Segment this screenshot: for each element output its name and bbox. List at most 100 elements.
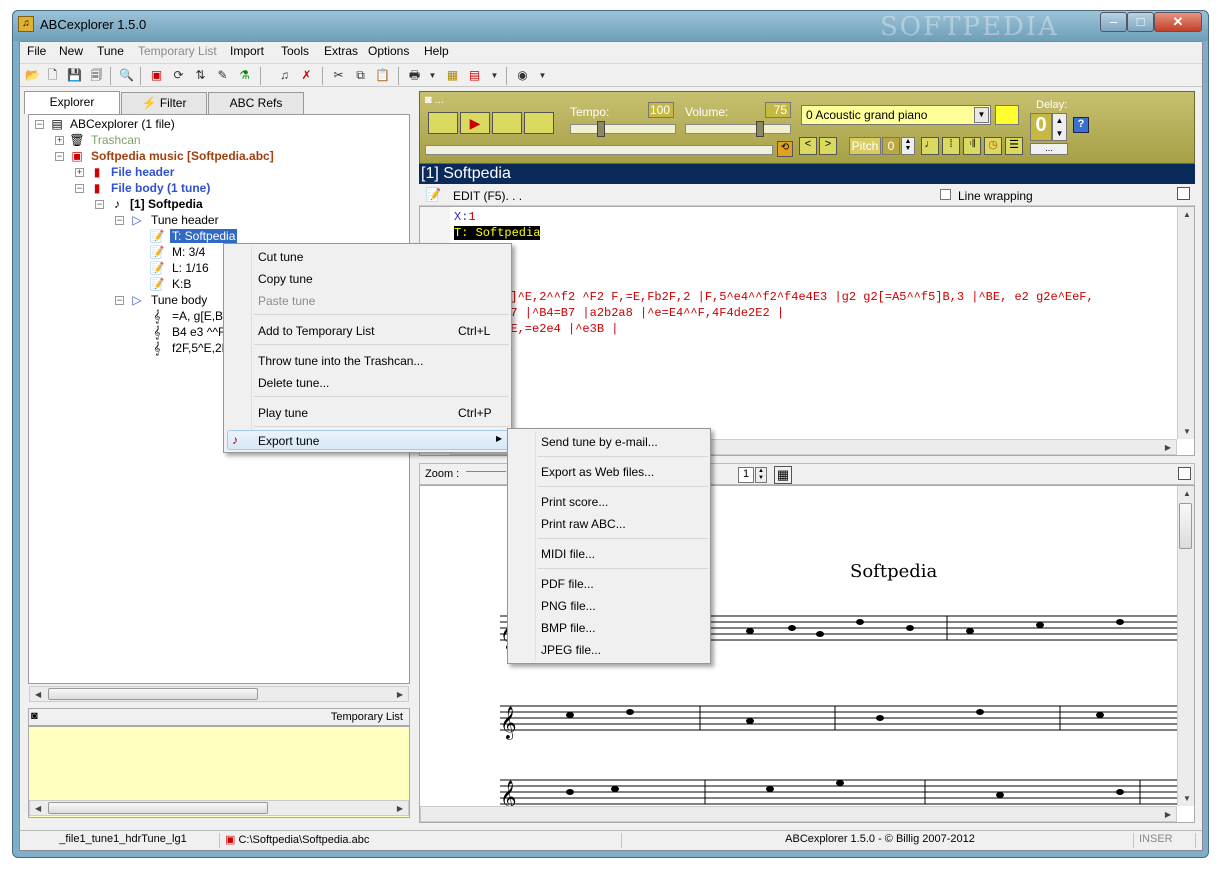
minimize-button[interactable]: –: [1100, 12, 1127, 32]
volume-slider[interactable]: [685, 121, 791, 137]
tree-horizontal-scrollbar[interactable]: ◀ ▶: [29, 686, 409, 702]
print-dropdown-icon[interactable]: ▼: [424, 67, 441, 84]
copy-icon[interactable]: ⧉: [352, 67, 369, 84]
temp-list-scrollbar[interactable]: ◀ ▶: [29, 800, 409, 816]
stop-button[interactable]: [428, 112, 458, 134]
tree-tune-body[interactable]: Tune body: [151, 293, 207, 307]
collapse-icon[interactable]: −: [55, 152, 64, 161]
volume-slider-thumb[interactable]: [756, 121, 764, 137]
submenu-jpeg-file[interactable]: JPEG file...: [541, 643, 601, 657]
menu-cut-tune[interactable]: Cut tune: [258, 250, 303, 264]
page-spinner[interactable]: ▲ ▼: [755, 467, 767, 483]
export-dropdown-icon[interactable]: ▼: [486, 67, 503, 84]
menu-file[interactable]: File: [27, 44, 46, 58]
collapse-icon[interactable]: −: [115, 296, 124, 305]
tree-trashcan[interactable]: Trashcan: [91, 133, 141, 147]
menu-export-tune[interactable]: Export tune: [258, 434, 319, 448]
delay-more-button[interactable]: ...: [1030, 143, 1068, 155]
tab-explorer[interactable]: Explorer: [24, 91, 120, 114]
expand-icon[interactable]: +: [55, 136, 64, 145]
instrument-color-button[interactable]: [995, 105, 1019, 125]
submenu-pdf-file[interactable]: PDF file...: [541, 577, 594, 591]
find-icon[interactable]: 🔍: [118, 67, 135, 84]
menu-copy-tune[interactable]: Copy tune: [258, 272, 313, 286]
scroll-thumb[interactable]: [1179, 503, 1192, 549]
close-button[interactable]: ✕: [1154, 12, 1202, 32]
instrument-dropdown-icon[interactable]: ▼: [974, 107, 989, 123]
metronome-icon[interactable]: ♩: [921, 137, 939, 155]
collapse-icon[interactable]: −: [75, 184, 84, 193]
tree-file[interactable]: Softpedia music [Softpedia.abc]: [91, 149, 274, 163]
next-button[interactable]: >: [819, 137, 837, 155]
settings-icon[interactable]: ◉: [514, 67, 531, 84]
delay-spinner[interactable]: ▲ ▼: [1052, 113, 1067, 141]
tempo-slider[interactable]: [570, 121, 676, 137]
refresh-icon[interactable]: ⟳: [170, 67, 187, 84]
submenu-send-email[interactable]: Send tune by e-mail...: [541, 435, 658, 449]
editor-vertical-scrollbar[interactable]: ▲ ▼: [1177, 207, 1194, 439]
play-button[interactable]: ▶: [460, 112, 490, 134]
tree-header-item-meter[interactable]: M: 3/4: [172, 245, 205, 259]
abc-file-icon[interactable]: ▣: [148, 67, 165, 84]
submenu-print-score[interactable]: Print score...: [541, 495, 608, 509]
print-icon[interactable]: 🖶: [406, 67, 423, 84]
record-button[interactable]: [524, 112, 554, 134]
pause-button[interactable]: [492, 112, 522, 134]
submenu-bmp-file[interactable]: BMP file...: [541, 621, 595, 635]
line-wrapping-checkbox[interactable]: [940, 189, 951, 200]
list-icon[interactable]: ☰: [1005, 137, 1023, 155]
menu-temporary-list[interactable]: Temporary List: [138, 44, 217, 58]
menu-new[interactable]: New: [59, 44, 83, 58]
tempo-slider-thumb[interactable]: [597, 121, 605, 137]
menu-play-tune[interactable]: Play tune: [258, 406, 308, 420]
edit-icon[interactable]: ✎: [214, 67, 231, 84]
menu-extras[interactable]: Extras: [324, 44, 358, 58]
menu-options[interactable]: Options: [368, 44, 409, 58]
tree-header-item-key[interactable]: K:B: [172, 277, 191, 291]
new-file-icon[interactable]: 🗋: [44, 67, 61, 84]
expand-icon[interactable]: +: [75, 168, 84, 177]
submenu-midi-file[interactable]: MIDI file...: [541, 547, 595, 561]
collapse-icon[interactable]: −: [35, 120, 44, 129]
app-icon[interactable]: ♫: [18, 16, 34, 32]
help-icon[interactable]: ?: [1073, 117, 1089, 133]
maximize-score-icon[interactable]: [1178, 467, 1191, 480]
paste-icon[interactable]: 📋: [374, 67, 391, 84]
delete-note-icon[interactable]: ✗: [298, 67, 315, 84]
collapse-icon[interactable]: −: [115, 216, 124, 225]
save-all-icon[interactable]: 🗐: [88, 67, 105, 84]
edit-label[interactable]: EDIT (F5). . .: [453, 189, 522, 203]
grid-view-icon[interactable]: ▦: [774, 466, 792, 484]
repeat-icon[interactable]: 𝄇: [963, 137, 981, 155]
note-icon[interactable]: ♫: [276, 67, 293, 84]
tree-tune[interactable]: [1] Softpedia: [130, 197, 203, 211]
open-icon[interactable]: 📂: [24, 67, 41, 84]
zoom-slider[interactable]: [466, 471, 506, 479]
collapse-icon[interactable]: −: [95, 200, 104, 209]
menu-help[interactable]: Help: [424, 44, 449, 58]
pdf-icon[interactable]: ▤: [466, 67, 483, 84]
playback-progress[interactable]: [425, 145, 773, 155]
temp-list-icon[interactable]: ◙: [31, 710, 38, 722]
submenu-export-web[interactable]: Export as Web files...: [541, 465, 654, 479]
score-vertical-scrollbar[interactable]: ▲ ▼: [1177, 486, 1194, 806]
maximize-button[interactable]: □: [1127, 12, 1154, 32]
bar-icon[interactable]: ⁞: [942, 137, 960, 155]
pitch-spinner[interactable]: ▲ ▼: [901, 137, 915, 155]
menu-add-temporary-list[interactable]: Add to Temporary List: [258, 324, 375, 338]
tree-header-item-length[interactable]: L: 1/16: [172, 261, 209, 275]
settings-dropdown-icon[interactable]: ▼: [534, 67, 551, 84]
menu-tune[interactable]: Tune: [97, 44, 124, 58]
clock-icon[interactable]: ◷: [984, 137, 1002, 155]
keyboard-icon[interactable]: ▦: [444, 67, 461, 84]
instrument-select[interactable]: 0 Acoustic grand piano: [801, 105, 991, 125]
score-horizontal-scrollbar[interactable]: ▶: [420, 806, 1177, 822]
menu-paste-tune[interactable]: Paste tune: [258, 294, 315, 308]
submenu-print-raw-abc[interactable]: Print raw ABC...: [541, 517, 626, 531]
menu-tools[interactable]: Tools: [281, 44, 309, 58]
prev-button[interactable]: <: [799, 137, 817, 155]
loop-icon[interactable]: ⟲: [777, 141, 793, 157]
sync-icon[interactable]: ⇅: [192, 67, 209, 84]
edit-icon[interactable]: 📝: [425, 187, 441, 203]
menu-import[interactable]: Import: [230, 44, 264, 58]
